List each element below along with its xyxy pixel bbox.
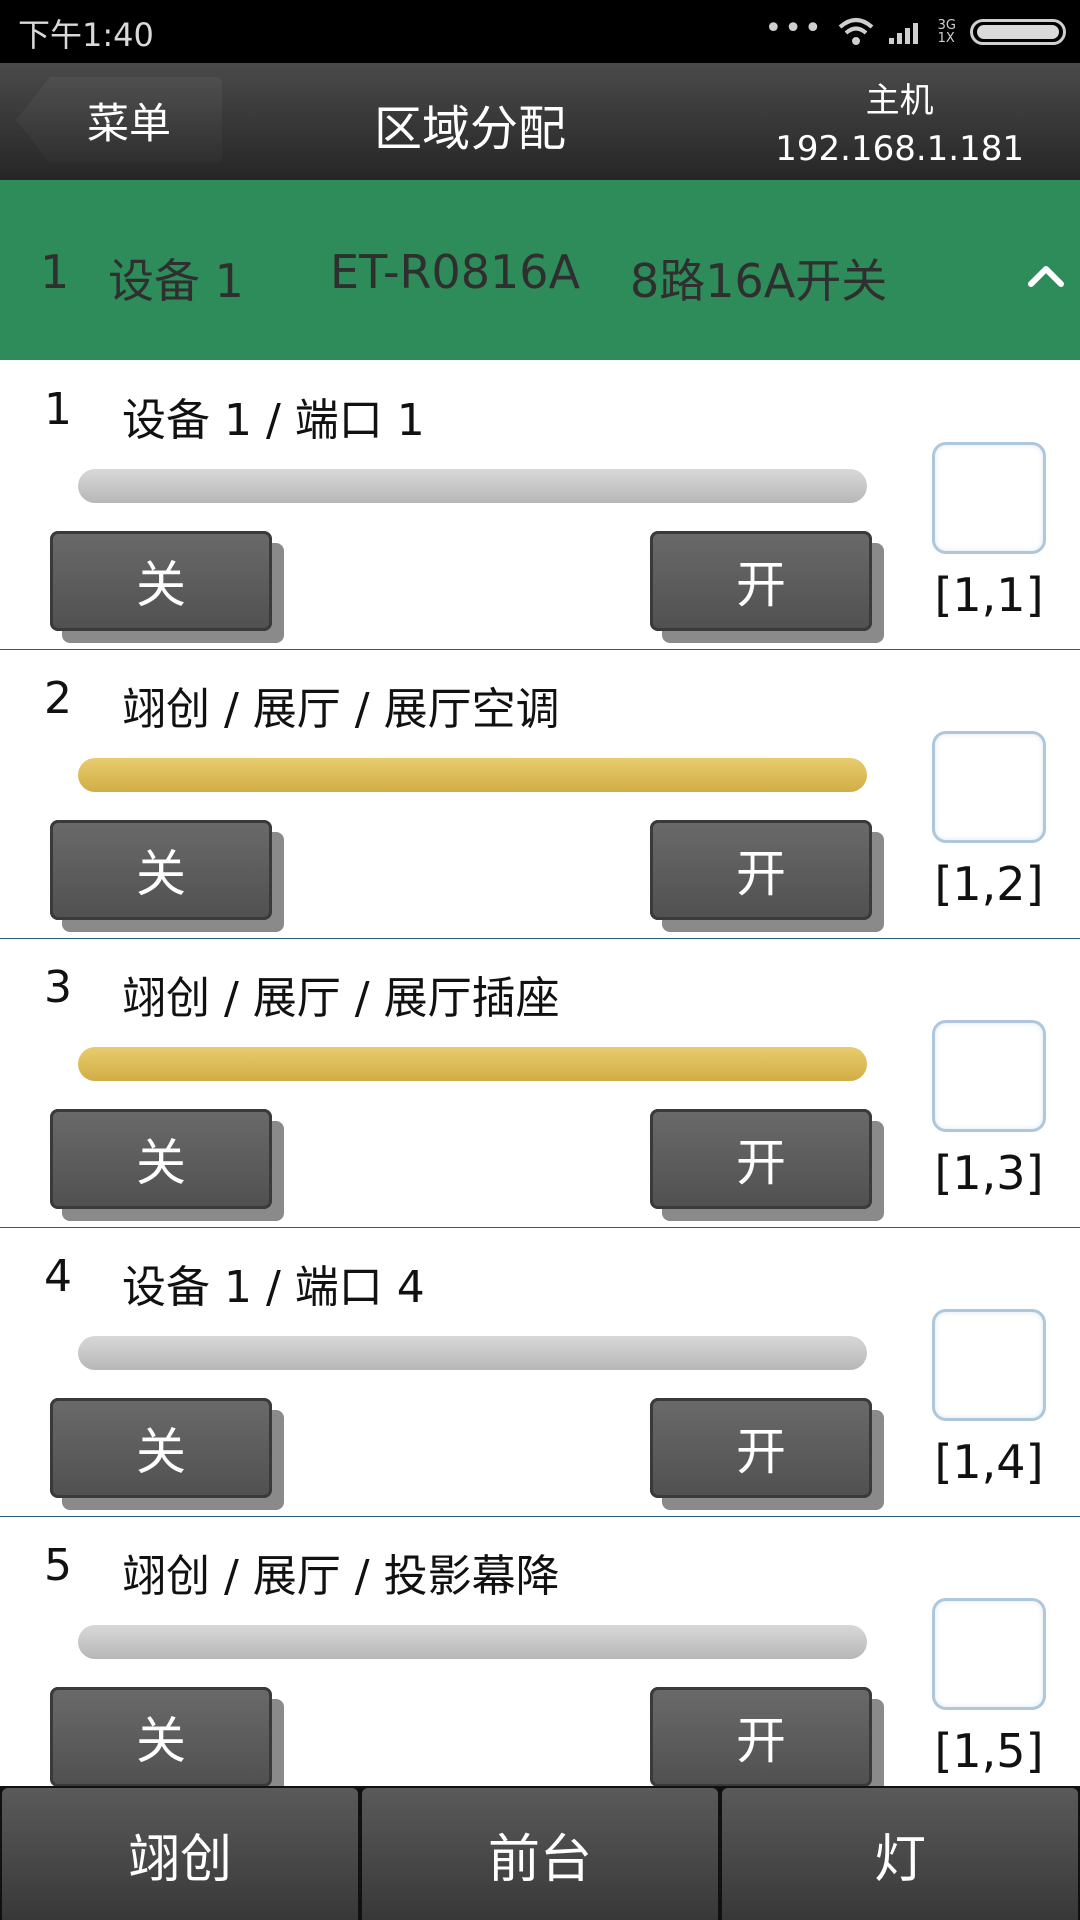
port-coordinate: [1,4] — [934, 1435, 1044, 1489]
status-bar-indicator — [78, 758, 867, 792]
off-button[interactable]: 关 — [50, 820, 272, 920]
port-number: 1 — [44, 384, 72, 435]
host-info: 主机 192.168.1.181 — [775, 77, 1024, 173]
port-row: 4 设备 1 / 端口 4 关 开 [1,4] — [0, 1227, 1080, 1517]
group-description: 8路16A开关 — [630, 254, 888, 308]
select-checkbox[interactable] — [932, 1598, 1046, 1710]
port-number: 4 — [44, 1251, 72, 1302]
port-name: 翊创 / 展厅 / 展厅插座 — [122, 973, 560, 1024]
status-bar-indicator — [78, 1336, 867, 1370]
port-number: 3 — [44, 962, 72, 1013]
port-coordinate: [1,5] — [934, 1724, 1044, 1778]
tab-reception[interactable]: 前台 — [362, 1788, 718, 1920]
select-checkbox[interactable] — [932, 1020, 1046, 1132]
more-dots-icon: ••• — [764, 11, 824, 46]
signal-icon — [888, 23, 918, 44]
host-label: 主机 — [865, 81, 934, 121]
status-bar-indicator — [78, 1047, 867, 1081]
port-name: 设备 1 / 端口 1 — [122, 395, 425, 446]
port-number: 5 — [44, 1540, 72, 1591]
off-button[interactable]: 关 — [50, 1687, 272, 1787]
host-ip: 192.168.1.181 — [775, 129, 1024, 169]
bottom-tab-bar: 翊创 前台 灯 — [0, 1786, 1080, 1920]
on-button[interactable]: 开 — [650, 1398, 872, 1498]
select-checkbox[interactable] — [932, 442, 1046, 554]
on-button[interactable]: 开 — [650, 1687, 872, 1787]
group-model: ET-R0816A — [330, 245, 581, 299]
tab-lights[interactable]: 灯 — [722, 1788, 1078, 1920]
port-row: 1 设备 1 / 端口 1 关 开 [1,1] — [0, 360, 1080, 650]
status-icons: ••• 3G 1X — [765, 12, 1066, 52]
chevron-up-icon[interactable] — [1026, 256, 1066, 296]
off-button[interactable]: 关 — [50, 1398, 272, 1498]
on-button[interactable]: 开 — [650, 820, 872, 920]
title-bar: 菜单 区域分配 主机 192.168.1.181 — [0, 63, 1080, 180]
port-name: 翊创 / 展厅 / 展厅空调 — [122, 684, 560, 735]
select-checkbox[interactable] — [932, 1309, 1046, 1421]
on-button[interactable]: 开 — [650, 531, 872, 631]
wifi-icon — [838, 18, 873, 45]
port-coordinate: [1,1] — [934, 568, 1044, 622]
port-row: 2 翊创 / 展厅 / 展厅空调 关 开 [1,2] — [0, 649, 1080, 939]
tab-yichuang[interactable]: 翊创 — [2, 1788, 358, 1920]
group-device-name: 设备 1 — [108, 254, 244, 308]
off-button[interactable]: 关 — [50, 531, 272, 631]
port-number: 2 — [44, 673, 72, 724]
port-row: 5 翊创 / 展厅 / 投影幕降 关 开 [1,5] — [0, 1516, 1080, 1805]
device-group-header[interactable]: 1 设备 1 ET-R0816A 8路16A开关 — [0, 180, 1080, 360]
battery-icon — [970, 19, 1066, 45]
network-1x-label: 1X — [937, 31, 955, 46]
port-name: 设备 1 / 端口 4 — [122, 1262, 425, 1313]
on-button[interactable]: 开 — [650, 1109, 872, 1209]
select-checkbox[interactable] — [932, 731, 1046, 843]
port-coordinate: [1,3] — [934, 1146, 1044, 1200]
status-time: 下午1:40 — [18, 16, 154, 54]
port-row: 3 翊创 / 展厅 / 展厅插座 关 开 [1,3] — [0, 938, 1080, 1228]
port-name: 翊创 / 展厅 / 投影幕降 — [122, 1551, 560, 1602]
network-type: 3G 1X — [938, 19, 956, 45]
status-bar-indicator — [78, 469, 867, 503]
port-coordinate: [1,2] — [934, 857, 1044, 911]
status-bar: 下午1:40 ••• 3G 1X — [0, 0, 1080, 63]
status-bar-indicator — [78, 1625, 867, 1659]
group-index: 1 — [40, 245, 70, 299]
off-button[interactable]: 关 — [50, 1109, 272, 1209]
